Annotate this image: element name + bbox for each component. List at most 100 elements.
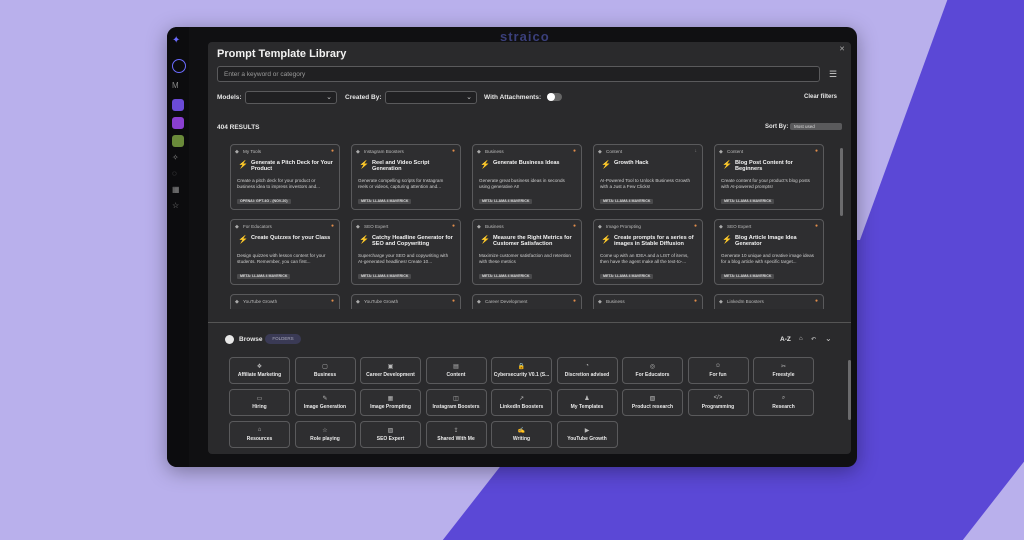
badge-icon: ●: [814, 223, 818, 229]
template-card[interactable]: ◆ My Tools ● ⚡ Generate a Pitch Deck for…: [230, 144, 340, 210]
folder-tile[interactable]: ▧ Product research: [622, 389, 683, 416]
folder-label: Cybersecurity V0.1 (S...: [493, 372, 550, 378]
tag-icon: ◆: [356, 149, 360, 155]
folder-tile[interactable]: </> Programming: [687, 389, 749, 416]
sort-label: Sort By:: [765, 124, 789, 130]
folder-tile[interactable]: ▢ Business: [294, 357, 356, 384]
folder-label: For Educators: [635, 372, 670, 378]
template-grid: ◆ My Tools ● ⚡ Generate a Pitch Deck for…: [230, 144, 830, 309]
folder-label: Research: [772, 404, 795, 410]
grid-icon[interactable]: ▦: [172, 185, 184, 197]
close-icon[interactable]: ✕: [839, 45, 845, 53]
tag-icon: ◆: [598, 299, 602, 305]
app-icon[interactable]: [172, 117, 184, 129]
template-card[interactable]: ◆ Image Prompting ● ⚡ Create prompts for…: [593, 219, 703, 285]
card-category: Image Prompting: [606, 224, 641, 229]
badge-icon: ●: [693, 223, 697, 229]
badge-icon: ●: [451, 298, 455, 304]
grid-scrollbar[interactable]: [840, 148, 843, 216]
folder-tile[interactable]: 🔒 Cybersecurity V0.1 (S...: [491, 357, 552, 384]
folder-icon: ◔: [585, 363, 589, 369]
card-category: Content: [606, 149, 623, 154]
model-badge: META: LLAMA 4 MAVERICK: [721, 199, 775, 204]
card-description: Create a pitch deck for your product or …: [237, 178, 320, 189]
folder-tile[interactable]: ▦ Image Prompting: [360, 389, 421, 416]
folder-label: Content: [446, 372, 466, 378]
folders-scrollbar[interactable]: [848, 360, 851, 420]
folder-tile[interactable]: ◎ For Educators: [622, 357, 683, 384]
filter-settings-icon[interactable]: ☰: [829, 69, 839, 79]
template-card[interactable]: ◆ Business ●: [593, 294, 703, 309]
app-icon[interactable]: [172, 99, 184, 111]
card-category: LinkedIn Boosters: [727, 299, 764, 304]
badge-icon: ●: [330, 148, 334, 154]
template-card[interactable]: ◆ For Educators ● ⚡ Create Quizzes for y…: [230, 219, 340, 285]
lock-icon[interactable]: ⌂: [799, 336, 803, 342]
template-card[interactable]: ◆ SEO Expert ● ⚡ Catchy Headline Generat…: [351, 219, 461, 285]
folder-tile[interactable]: ✍ Writing: [491, 421, 552, 448]
undo-icon[interactable]: ↶: [811, 336, 816, 343]
badge-icon: ●: [451, 148, 455, 154]
folder-tile[interactable]: ▨ SEO Expert: [360, 421, 421, 448]
chat-icon[interactable]: ◌: [172, 169, 184, 181]
folder-tile[interactable]: ◔ Discretion advised: [556, 357, 618, 384]
template-card[interactable]: ◆ Content ↓ ⚡ Growth Hack AI-Powered Too…: [593, 144, 703, 210]
model-badge: META: LLAMA 4 MAVERICK: [237, 274, 291, 279]
toggle-knob: [547, 93, 555, 101]
template-card[interactable]: ◆ Career Development ●: [472, 294, 582, 309]
app-icon[interactable]: [172, 135, 184, 147]
folder-tile[interactable]: ☺ For fun: [687, 357, 749, 384]
template-card[interactable]: ◆ Business ● ⚡ Generate Business Ideas G…: [472, 144, 582, 210]
folder-tile[interactable]: ⌕ Research: [753, 389, 814, 416]
attachments-toggle[interactable]: [547, 93, 562, 101]
folder-icon: ▶: [584, 428, 590, 434]
folder-tile[interactable]: ♟ My Templates: [556, 389, 618, 416]
folder-tile[interactable]: ✂ Freestyle: [753, 357, 814, 384]
card-category: Business: [485, 149, 504, 154]
star-icon[interactable]: ☆: [172, 201, 184, 213]
template-card[interactable]: ◆ SEO Expert ● ⚡ Blog Article Image Idea…: [714, 219, 824, 285]
folder-tile[interactable]: ▤ Content: [425, 357, 487, 384]
background-shape: [852, 0, 1024, 260]
tag-icon: ◆: [477, 224, 481, 230]
badge-icon: ●: [572, 148, 576, 154]
prompt-library-modal: Prompt Template Library ✕ Enter a keywor…: [208, 42, 851, 454]
folder-tile[interactable]: ⇪ Shared With Me: [425, 421, 487, 448]
template-card[interactable]: ◆ LinkedIn Boosters ●: [714, 294, 824, 309]
sort-az-button[interactable]: A-Z: [780, 336, 791, 343]
folder-label: Role playing: [310, 436, 340, 442]
folder-tile[interactable]: ▶ YouTube Growth: [556, 421, 618, 448]
section-divider: [208, 322, 851, 323]
clear-filters-button[interactable]: Clear filters: [804, 94, 837, 100]
folder-tile[interactable]: ⌂ Resources: [229, 421, 290, 448]
sparkle-icon[interactable]: ✧: [172, 153, 184, 165]
folder-tile[interactable]: ↗ LinkedIn Boosters: [491, 389, 552, 416]
template-card[interactable]: ◆ Business ● ⚡ Measure the Right Metrics…: [472, 219, 582, 285]
template-card[interactable]: ◆ Content ● ⚡ Blog Post Content for Begi…: [714, 144, 824, 210]
folder-icon: ◫: [453, 396, 459, 402]
created-by-select[interactable]: ⌄: [385, 91, 477, 104]
template-card[interactable]: ◆ YouTube Growth ●: [351, 294, 461, 309]
home-icon[interactable]: [172, 59, 186, 73]
folder-label: Shared With Me: [437, 436, 475, 442]
folder-label: For fun: [709, 372, 727, 378]
template-card[interactable]: ◆ YouTube Growth ●: [230, 294, 340, 309]
folder-label: My Templates: [570, 404, 604, 410]
folder-tile[interactable]: ▭ Hiring: [229, 389, 290, 416]
chevron-down-icon[interactable]: ⌄: [825, 334, 832, 343]
sort-select[interactable]: Most used: [790, 123, 842, 130]
search-input[interactable]: Enter a keyword or category: [217, 66, 820, 82]
template-card[interactable]: ◆ Instagram Boosters ● ⚡ Reel and Video …: [351, 144, 461, 210]
folders-tab[interactable]: FOLDERS: [265, 334, 301, 344]
folder-tile[interactable]: ✎ Image Generation: [294, 389, 356, 416]
card-description: Generate 10 unique and creative image id…: [721, 253, 814, 264]
folder-tile[interactable]: ❖ Affiliate Marketing: [229, 357, 290, 384]
folder-tile[interactable]: ☆ Role playing: [294, 421, 356, 448]
tag-icon: ◆: [235, 149, 239, 155]
folder-tile[interactable]: ▣ Career Development: [360, 357, 421, 384]
folder-tile[interactable]: ◫ Instagram Boosters: [425, 389, 487, 416]
models-select[interactable]: ⌄: [245, 91, 337, 104]
card-description: Come up with an IDEA and a LIST of items…: [600, 253, 689, 264]
tag-icon: ◆: [719, 149, 723, 155]
model-icon[interactable]: M: [172, 81, 184, 93]
